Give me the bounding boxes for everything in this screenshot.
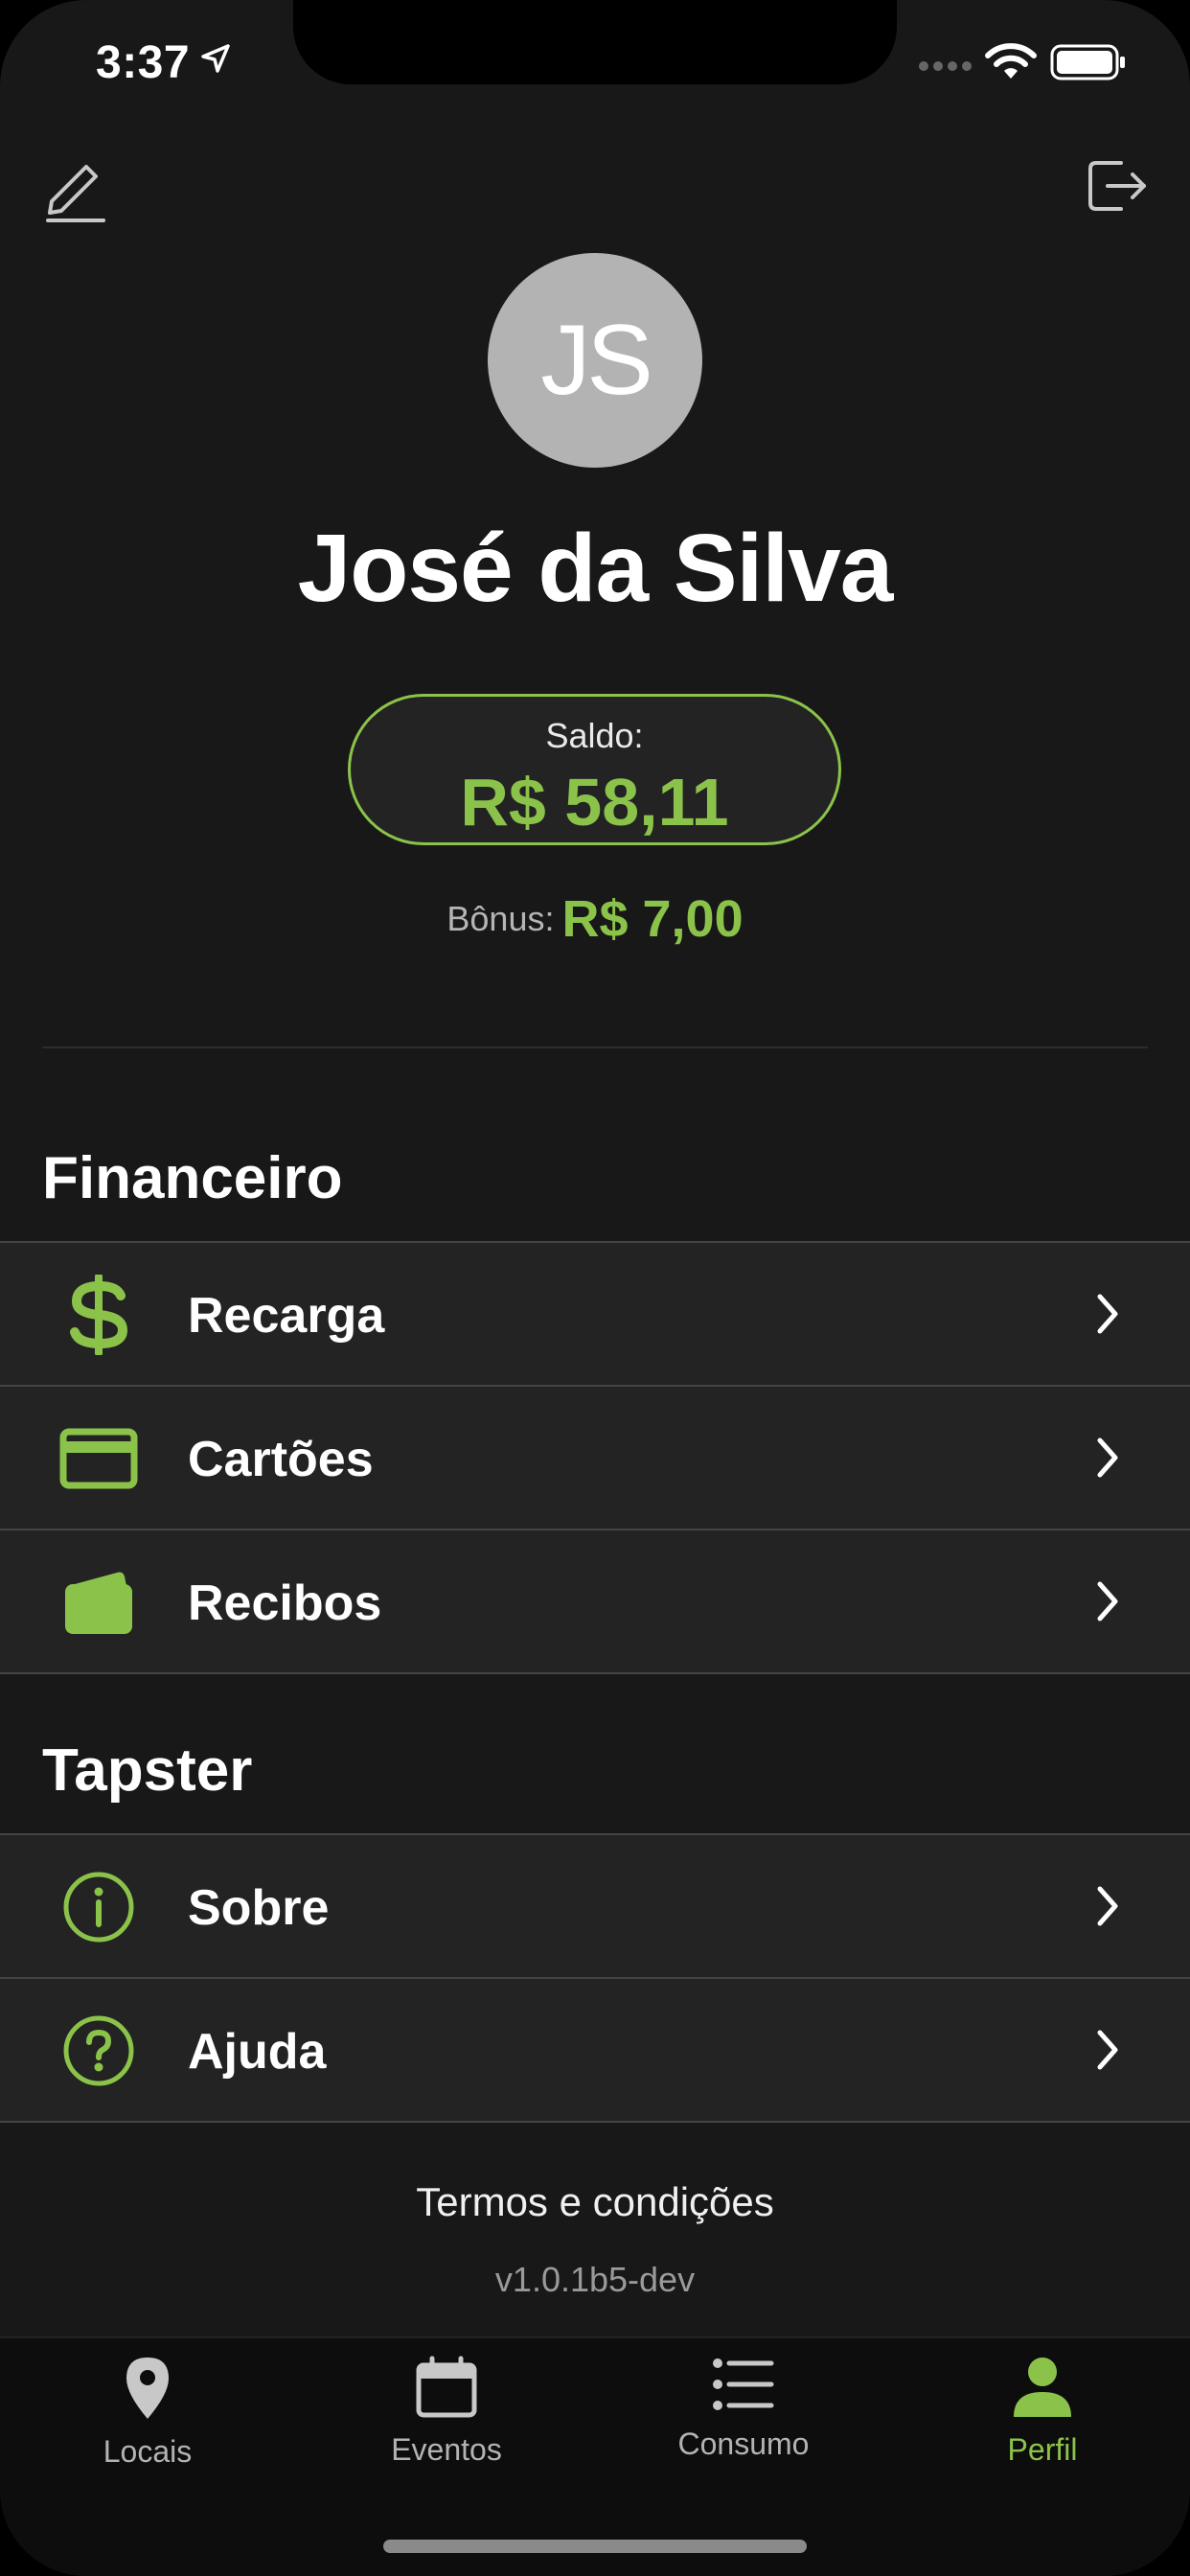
- menu-item-recarga[interactable]: Recarga: [0, 1243, 1190, 1387]
- section-title-financeiro: Financeiro: [42, 1145, 343, 1211]
- tab-label: Consumo: [677, 2426, 810, 2461]
- chevron-right-icon: [1097, 1886, 1118, 1926]
- menu-item-sobre[interactable]: Sobre: [0, 1835, 1190, 1979]
- location-arrow-icon: [201, 44, 230, 73]
- wifi-icon: [985, 43, 1037, 79]
- location-pin-icon: [126, 2358, 169, 2419]
- menu-label: Recarga: [188, 1288, 385, 1344]
- edit-pencil-icon[interactable]: [42, 155, 109, 224]
- credit-card-icon: [59, 1419, 138, 1498]
- bonus-label: Bônus:: [446, 899, 555, 938]
- tab-label: Perfil: [1007, 2432, 1078, 2467]
- tab-label: Eventos: [391, 2432, 502, 2467]
- person-icon: [1014, 2358, 1071, 2417]
- chevron-right-icon: [1097, 2030, 1118, 2070]
- terms-link[interactable]: Termos e condições: [0, 2179, 1190, 2225]
- info-icon: [59, 1868, 138, 1946]
- profile-screen: 3:37 JS José da Silva Saldo: R$ 58,11 Bô…: [0, 0, 1190, 2576]
- menu-tapster: Sobre Ajuda: [0, 1833, 1190, 2123]
- calendar-icon: [416, 2356, 477, 2418]
- tab-label: Locais: [103, 2434, 193, 2469]
- logout-icon[interactable]: [1087, 157, 1150, 215]
- list-icon: [713, 2358, 774, 2410]
- chevron-right-icon: [1097, 1294, 1118, 1334]
- avatar-initials: JS: [540, 304, 652, 416]
- tab-eventos[interactable]: Eventos: [332, 2356, 561, 2468]
- status-time: 3:37: [96, 37, 191, 88]
- menu-label: Sobre: [188, 1880, 330, 1936]
- wallet-icon: [59, 1563, 138, 1642]
- menu-item-recibos[interactable]: Recibos: [0, 1530, 1190, 1674]
- balance-value: R$ 58,11: [460, 765, 729, 840]
- menu-label: Ajuda: [188, 2024, 327, 2080]
- user-name: José da Silva: [297, 515, 894, 622]
- battery-icon: [1050, 44, 1125, 80]
- help-icon: [59, 2012, 138, 2090]
- section-title-tapster: Tapster: [42, 1737, 253, 1804]
- chevron-right-icon: [1097, 1438, 1118, 1478]
- menu-financeiro: Recarga Cartões Recibos: [0, 1241, 1190, 1674]
- device-notch: [293, 0, 897, 84]
- chevron-right-icon: [1097, 1581, 1118, 1622]
- tab-consumo[interactable]: Consumo: [629, 2356, 858, 2462]
- dollar-icon: [59, 1275, 138, 1355]
- cellular-signal-icon: [919, 61, 972, 71]
- menu-label: Cartões: [188, 1432, 374, 1487]
- divider: [42, 1046, 1148, 1048]
- balance-label: Saldo:: [545, 716, 644, 755]
- bonus-row: Bônus: R$ 7,00: [0, 889, 1190, 949]
- menu-item-ajuda[interactable]: Ajuda: [0, 1979, 1190, 2123]
- avatar: JS: [488, 253, 702, 468]
- balance-pill: Saldo: R$ 58,11: [348, 694, 841, 845]
- menu-label: Recibos: [188, 1576, 382, 1631]
- tab-perfil[interactable]: Perfil: [927, 2356, 1157, 2468]
- menu-item-cartoes[interactable]: Cartões: [0, 1387, 1190, 1530]
- bonus-value: R$ 7,00: [561, 890, 744, 948]
- version-label: v1.0.1b5-dev: [494, 2260, 696, 2299]
- tab-locais[interactable]: Locais: [33, 2356, 263, 2470]
- home-indicator[interactable]: [383, 2540, 807, 2553]
